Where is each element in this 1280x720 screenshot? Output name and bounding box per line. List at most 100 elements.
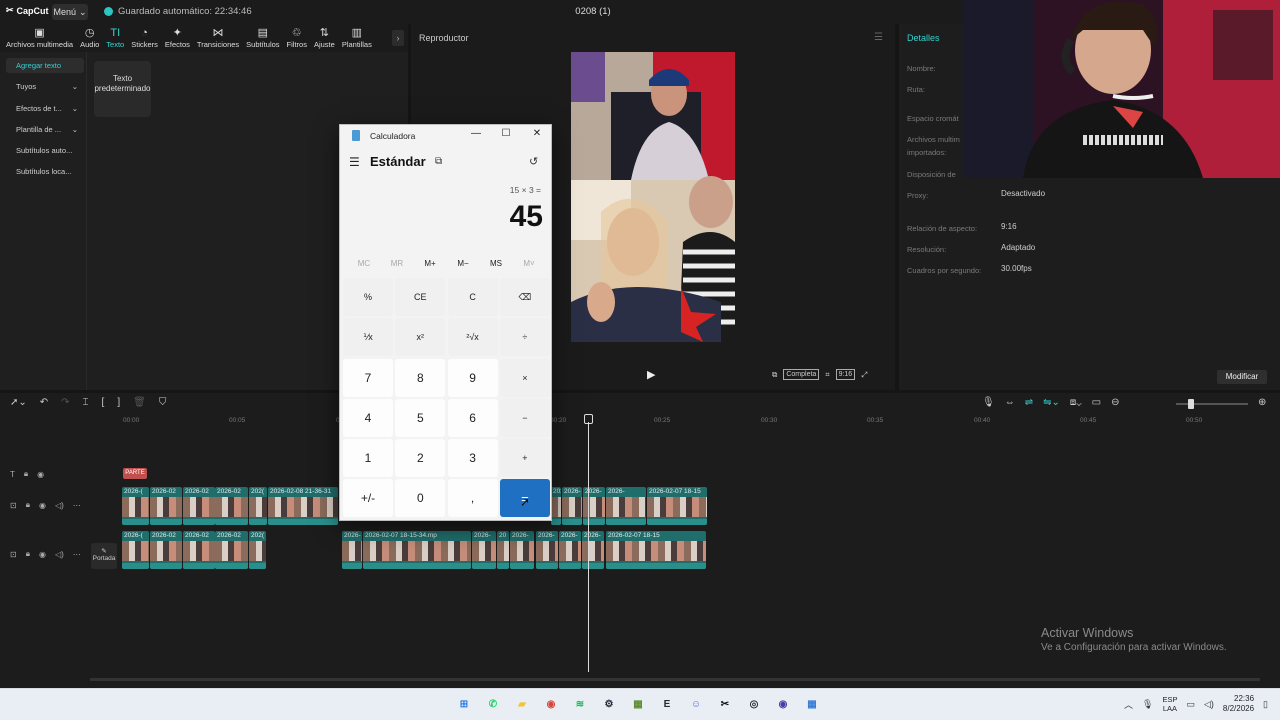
steam-icon[interactable]: ⚙ <box>599 694 619 714</box>
memory-button-m[interactable]: M− <box>447 259 479 268</box>
memory-button-ms[interactable]: MS <box>480 259 512 268</box>
speaker-icon[interactable]: ◁) <box>55 550 64 559</box>
key-reciprocal-button[interactable]: ⅟x <box>343 318 393 357</box>
sidebar-item[interactable]: Subtítulos auto... <box>6 143 84 158</box>
redo-icon[interactable]: ↷ <box>61 397 69 408</box>
video-clip[interactable]: 2026-02 <box>150 531 182 569</box>
crop-icon[interactable]: ⧉ <box>772 370 777 380</box>
chrome-icon[interactable]: ◉ <box>541 694 561 714</box>
key-6-button[interactable]: 6 <box>447 398 498 437</box>
key-9-button[interactable]: 9 <box>447 358 498 397</box>
key-0-button[interactable]: 0 <box>395 479 446 518</box>
spotify-icon[interactable]: ≋ <box>570 694 590 714</box>
video-clip[interactable]: 2026-( <box>122 531 149 569</box>
undo-icon[interactable]: ↶ <box>40 397 48 408</box>
key-percent-button[interactable]: % <box>343 278 393 316</box>
part-text-clip[interactable]: PARTE <box>123 468 147 479</box>
hamburger-menu-icon[interactable]: ☰ <box>349 155 360 169</box>
tool-filtros[interactable]: ♲ Filtros <box>287 27 307 49</box>
magnet-icon[interactable]: ⇌ <box>1025 397 1033 408</box>
key-divide-button[interactable]: ÷ <box>499 318 550 357</box>
caption-icon[interactable]: ▭ <box>1092 397 1101 408</box>
network-icon[interactable]: ▭ <box>1186 699 1195 710</box>
video-preview[interactable] <box>571 52 735 342</box>
speaker-icon[interactable]: ◁) <box>55 501 64 510</box>
key-negate-button[interactable]: +/- <box>343 479 393 518</box>
more-icon[interactable]: ⋯ <box>73 550 81 559</box>
tool-plantillas[interactable]: ▥ Plantillas <box>342 27 372 49</box>
menu-button[interactable]: Menú ⌄ <box>52 4 88 20</box>
epic-games-icon[interactable]: E <box>657 694 677 714</box>
modify-button[interactable]: Modificar <box>1217 370 1267 384</box>
default-text-card[interactable]: Texto predeterminado <box>94 61 151 117</box>
play-icon[interactable]: ▶ <box>647 368 655 381</box>
maximize-icon[interactable]: ☐ <box>498 128 514 139</box>
calculator-icon[interactable]: ▦ <box>802 694 822 714</box>
tool-efectos[interactable]: ✦ Efectos <box>165 27 190 49</box>
key-subtract-button[interactable]: − <box>499 398 550 437</box>
key-3-button[interactable]: 3 <box>447 439 498 478</box>
video-clip[interactable]: 2026- <box>582 531 604 569</box>
video-clip[interactable]: 2026-02 <box>215 531 248 569</box>
key-add-button[interactable]: + <box>499 439 550 478</box>
clock[interactable]: 22:36 8/2/2026 <box>1223 694 1254 714</box>
video-clip[interactable]: 2026- <box>342 531 362 569</box>
sidebar-item[interactable]: Tuyos ⌄ <box>6 79 84 94</box>
chevron-up-icon[interactable]: ︿ <box>1124 698 1133 711</box>
cover-button[interactable]: ✎ Portada <box>91 543 117 569</box>
obs-icon[interactable]: ◎ <box>744 694 764 714</box>
video-clip[interactable]: 2026-02-07 18-15-34.mp <box>363 531 471 569</box>
key-clear-button[interactable]: C <box>447 278 498 316</box>
memory-button-m[interactable]: M+ <box>414 259 446 268</box>
video-clip[interactable]: 2026- <box>536 531 558 569</box>
microphone-icon[interactable]: 🎙 <box>1142 699 1153 710</box>
video-clip[interactable]: 20 <box>497 531 509 569</box>
toolbar-scroll-right-icon[interactable]: › <box>392 30 404 46</box>
screenshot-icon[interactable]: ⌗ <box>825 370 829 380</box>
video-clip[interactable]: 2026-02 <box>150 487 182 525</box>
key-7-button[interactable]: 7 <box>343 358 393 397</box>
key-backspace-button[interactable]: ⌫ <box>499 278 550 316</box>
calculator-window[interactable]: Calculadora — ☐ ✕ ☰ Estándar ⧉ ↺ 15 × 3 … <box>339 124 552 521</box>
tool-subtítulos[interactable]: ▤ Subtítulos <box>246 27 279 49</box>
tool-audio[interactable]: ◷ Audio <box>80 27 99 49</box>
minimize-icon[interactable]: — <box>468 128 484 139</box>
select-tool-icon[interactable]: ➚⌄ <box>10 397 27 408</box>
video-clip[interactable]: 2026- <box>559 531 581 569</box>
fullscreen-icon[interactable]: ⤢ <box>861 370 867 380</box>
playhead[interactable] <box>588 422 589 672</box>
eye-icon[interactable]: ◉ <box>39 550 46 559</box>
more-icon[interactable]: ⋯ <box>73 501 81 510</box>
key-decimal-button[interactable]: , <box>447 479 498 518</box>
key-square-button[interactable]: x² <box>395 318 446 357</box>
language-indicator[interactable]: ESP LAA <box>1162 695 1177 713</box>
timeline-scrollbar[interactable] <box>90 678 1260 681</box>
sidebar-item[interactable]: Plantilla de ... ⌄ <box>6 122 84 137</box>
aspect-button[interactable]: 9:16 <box>835 369 856 380</box>
video-clip[interactable]: 2026- <box>583 487 605 525</box>
tool-transiciones[interactable]: ⋈ Transiciones <box>197 27 239 49</box>
split-icon[interactable]: ⌶ <box>83 397 89 408</box>
preview-axis-icon[interactable]: ⧈⌄ <box>1070 397 1082 408</box>
hamburger-menu-icon[interactable]: ☰ <box>874 32 883 43</box>
sidebar-item[interactable]: Efectos de t... ⌄ <box>6 101 84 116</box>
video-clip[interactable]: 2026-02-07 18-15 <box>606 531 706 569</box>
minecraft-icon[interactable]: ▦ <box>628 694 648 714</box>
key-square-root-button[interactable]: ²√x <box>447 318 498 357</box>
volume-icon[interactable]: ◁) <box>1204 699 1214 710</box>
key-4-button[interactable]: 4 <box>343 398 393 437</box>
obs-studio-icon[interactable]: ◉ <box>773 694 793 714</box>
lock-icon[interactable]: 🔒︎ <box>26 500 30 510</box>
key-5-button[interactable]: 5 <box>395 398 446 437</box>
zoom-out-icon[interactable]: ⊖ <box>1111 397 1119 408</box>
tool-archivos-multimedia[interactable]: ▣ Archivos multimedia <box>6 27 73 49</box>
key-multiply-button[interactable]: × <box>499 358 550 397</box>
key-1-button[interactable]: 1 <box>343 439 393 478</box>
sidebar-item[interactable]: Subtítulos loca... <box>6 164 84 179</box>
lock-icon[interactable]: 🔒︎ <box>26 549 30 559</box>
tool-texto[interactable]: TI Texto <box>106 27 124 49</box>
whatsapp-icon[interactable]: ✆ <box>483 694 503 714</box>
delete-icon[interactable]: 🗑 <box>133 397 146 408</box>
tool-ajuste[interactable]: ⇅ Ajuste <box>314 27 335 49</box>
video-clip[interactable]: 2026-02-08 21-36-31 <box>268 487 338 525</box>
